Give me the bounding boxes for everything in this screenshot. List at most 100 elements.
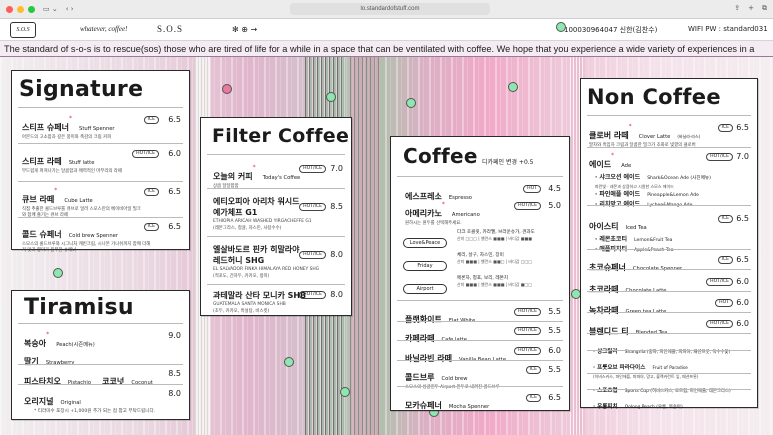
menu-item[interactable]: 콜드 슈페너 Cold brew Spenner 스모스의 콜드브루와 시그니처… [12, 222, 189, 253]
item-name: 클로버 라떼 [589, 131, 629, 140]
new-tab-icon[interactable]: + [748, 4, 754, 13]
menu-item[interactable]: 엘살바도르 핀카 히말라야 레드허니 SHG EL SALVADOR FINKA… [201, 244, 351, 279]
menu-item[interactable]: 플랫화이트 Flat White HOT/ICE 5.5 [391, 307, 569, 326]
item-price: 5.0 [548, 201, 561, 210]
temp-badge: ICE [717, 124, 733, 132]
site-logo[interactable]: S.O.S [10, 22, 36, 38]
site-nav: S.O.S whatever, coffee! S.O.S ✻ ⊕ → 1000… [0, 19, 773, 41]
item-name: 카페라떼 [405, 334, 435, 343]
item-english: Cold brew [441, 376, 468, 382]
temp-badge: ICE [525, 394, 541, 402]
menu-item[interactable]: 카페라떼 Cafe latte HOT/ICE 5.5 [391, 326, 569, 345]
menu-item[interactable]: 복숭아* Peach(시즌메뉴) 9.0 [12, 331, 189, 350]
share-icon[interactable]: ⇪ [734, 4, 740, 13]
bean-option[interactable]: Friday 체리, 살구, 자스민, 장미 산미 ■■■ | 밸런스 ■■□ … [403, 252, 563, 271]
bean-option[interactable]: Airport 메론차, 청포, 보리, 레몬치 산미 ■■■ | 밸런스 ■■… [403, 275, 563, 294]
maximize-window-button[interactable] [28, 5, 35, 13]
back-forward-icon[interactable]: ‹ › [66, 5, 74, 13]
divider [18, 217, 183, 218]
item-price: 7.0 [330, 164, 343, 173]
temp-badge: ICE [143, 116, 159, 124]
tiramisu-menu-card: Tiramisu 복숭아* Peach(시즌메뉴) 9.0 딸기 Strawbe… [11, 290, 190, 420]
divider [587, 389, 751, 390]
bean-profile: 산미 □□□ | 밸런스 ■■■ | 바디감 ■■■ [457, 236, 533, 241]
menu-item[interactable]: 피스타치오 Pistachio 코코넛 Coconut 8.5 [12, 369, 189, 388]
close-window-button[interactable] [6, 5, 13, 13]
item-name: 아메리카노 [405, 209, 442, 218]
menu-item[interactable]: 과테말라 산타 모니카 SHB GUATEMALA SANTA MONICA S… [201, 290, 351, 314]
menu-item[interactable]: 모카슈페너 Mocha Spenner ICE 6.5 [391, 393, 569, 412]
temp-badge: ICE [717, 256, 733, 264]
filter-title: Filter Coffee [212, 125, 350, 147]
divider [207, 236, 345, 237]
sidebar-toggle-icon[interactable]: ▭ ⌄ [43, 5, 58, 13]
url-text: lo.standardofstuff.com [360, 6, 420, 12]
temp-badge: HOT/ICE [299, 291, 326, 299]
item-price: 6.5 [168, 187, 181, 196]
menu-item[interactable]: 스티프 슈페너* Stuff Spenner 아몬드의 고소함과 깊은 풍미와 … [12, 115, 189, 141]
menu-item[interactable]: 클로버 라떼* Clover Latte (바닐라·라스) 말차와 흑임자 크림… [581, 123, 757, 149]
window-controls [6, 5, 35, 13]
temp-badge: HOT/ICE [299, 251, 326, 259]
menu-item[interactable]: 큐브 라떼* Cube Latte 직접 추출한 콜드브루를 큐브로 얼려 스모… [12, 187, 189, 218]
bean-name: Love&Peace [403, 238, 447, 248]
menu-item[interactable]: 초코라떼 Chocolate Latte HOT/ICE 6.0 [581, 277, 757, 296]
item-name: 오리지널 [24, 397, 54, 406]
item-name: · 프룻오브 파라다이스 [593, 365, 646, 371]
item-english: Coconut [131, 380, 153, 386]
item-english: Stuff Spenner [79, 126, 115, 132]
nav-tagline[interactable]: whatever, coffee! [80, 25, 127, 33]
menu-sub-item[interactable]: · 프룻오브 파라다이스 Fruit of Paradise (히비스커스, 파… [581, 354, 757, 380]
menu-sub-item[interactable]: · 애플피치티 Apple&Peach Tea [581, 236, 757, 255]
item-price: 8.0 [330, 290, 343, 299]
menu-item[interactable]: 블렌디드 티 Blended Tea HOT/ICE 6.0 [581, 319, 757, 338]
menu-item[interactable]: 아메리카노* Americano 원하시는 원두를 선택해주세요. HOT/IC… [391, 201, 569, 227]
menu-sub-item[interactable]: · 리치망고 에이드 Lychee&Mango Ade [581, 191, 757, 210]
item-name: 모카슈페너 [405, 401, 442, 410]
menu-item[interactable]: 녹차라떼 Green tea Latte HOT 6.0 [581, 298, 757, 317]
nav-sos[interactable]: S.O.S [157, 24, 183, 34]
item-desc: (적포도, 건자두, 카카오, 정미) [213, 273, 270, 279]
temp-badge: HOT/ICE [706, 153, 733, 161]
item-english: Oolong Peach (우롱, 복숭아) [624, 405, 683, 410]
item-english: Stuff latte [68, 160, 95, 166]
bean-option[interactable]: Love&Peace 다크 초콜릿, 카라멜, 브라운슈가, 견과도 산미 □□… [403, 229, 563, 248]
bean-desc: 체리, 살구, 자스민, 장미 [457, 253, 504, 258]
menu-item[interactable]: 초코슈페너 Chocolate Spenner ICE 6.5 [581, 255, 757, 274]
menu-item[interactable]: 오늘의 커피* Today's Coffee 상큼 달달함함 HOT/ICE 7… [201, 164, 351, 190]
divider [397, 176, 563, 177]
menu-item[interactable]: 오리지널 Original 8.0 [12, 389, 189, 408]
minimize-window-button[interactable] [17, 5, 24, 13]
menu-item[interactable]: 스티프 라떼 Stuff latte 부드럽게 퍼져나가는 달콤함과 매력적인 … [12, 149, 189, 175]
item-english: Peach(시즌메뉴) [56, 342, 95, 348]
temp-badge: ICE [717, 215, 733, 223]
bean-profile: 산미 ■■■ | 밸런스 ■■■ | 바디감 ■□□ [457, 282, 533, 287]
item-english: Cube Latte [64, 198, 93, 204]
divider [587, 205, 751, 206]
decor-dot [340, 387, 350, 397]
item-price: 6.5 [736, 123, 749, 132]
item-english: ETHIOPIA ARICAH WASHED YIRGACHEFFE G1 [213, 219, 312, 224]
divider [587, 115, 751, 116]
menu-sub-item[interactable]: · 우롱피치 Oolong Peach (우롱, 복숭아) [581, 393, 757, 412]
divider [18, 384, 183, 385]
address-bar[interactable]: lo.standardofstuff.com [290, 3, 490, 15]
signature-title: Signature [19, 77, 144, 102]
nav-icons[interactable]: ✻ ⊕ → [232, 25, 257, 34]
decor-dot [53, 268, 63, 278]
item-desc: 부드럽게 퍼져나가는 달콤함과 매력적인 마무리의 라떼 [22, 169, 122, 174]
menu-item[interactable]: 에티오피아 아리차 워시드 예가체프 G1 ETHIOPIA ARICAH WA… [201, 196, 351, 231]
divider [587, 291, 751, 292]
bean-name: Airport [403, 284, 447, 294]
item-name: 스티프 라떼 [22, 157, 62, 166]
divider [18, 181, 183, 182]
menu-item[interactable]: 바닐라빈 라떼 Vanilla Bean Latte HOT/ICE 6.0 [391, 346, 569, 365]
temp-badge: HOT/ICE [299, 165, 326, 173]
temp-badge: HOT/ICE [514, 347, 541, 355]
item-price: 6.5 [168, 115, 181, 124]
decor-dot [406, 98, 416, 108]
tab-overview-icon[interactable]: ⧉ [762, 4, 767, 13]
item-price: 5.5 [548, 326, 561, 335]
menu-item[interactable]: 딸기 Strawberry [12, 349, 189, 368]
item-price: 6.0 [736, 319, 749, 328]
